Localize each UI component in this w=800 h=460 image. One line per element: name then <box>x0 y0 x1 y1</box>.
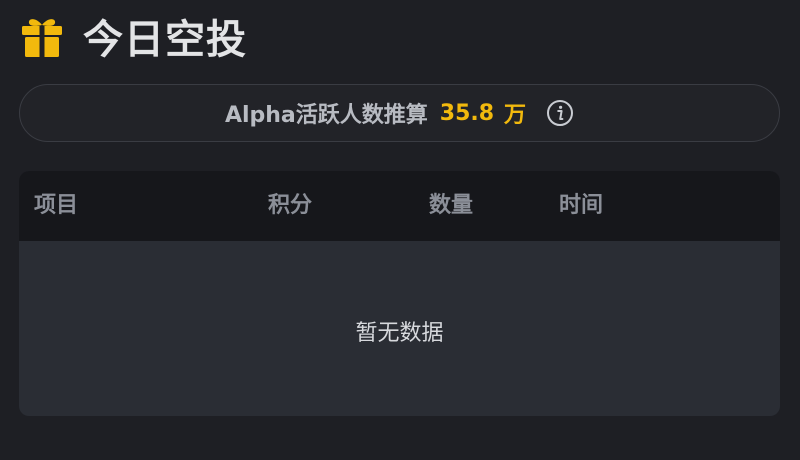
column-header-quantity[interactable]: 数量 <box>429 171 473 241</box>
active-users-unit: 万 <box>504 103 527 128</box>
page: 今日空投 Alpha活跃人数推算 35.8 万 项目 积分 数量 时间 暂无数据 <box>0 0 800 460</box>
active-users-bar: Alpha活跃人数推算 35.8 万 <box>19 84 780 142</box>
airdrop-table: 项目 积分 数量 时间 暂无数据 <box>19 171 780 416</box>
table-header: 项目 积分 数量 时间 <box>19 171 780 241</box>
empty-state-text: 暂无数据 <box>355 320 444 346</box>
table-body: 暂无数据 <box>19 241 780 416</box>
gift-icon <box>19 13 65 59</box>
active-users-value: 35.8 <box>439 100 495 126</box>
header: 今日空投 <box>19 8 247 64</box>
info-icon[interactable] <box>546 99 574 127</box>
column-header-points[interactable]: 积分 <box>268 171 312 241</box>
active-users-label: Alpha活跃人数推算 <box>224 103 428 128</box>
column-header-time[interactable]: 时间 <box>559 171 603 241</box>
column-header-project[interactable]: 项目 <box>34 171 78 241</box>
page-title: 今日空投 <box>83 17 247 63</box>
